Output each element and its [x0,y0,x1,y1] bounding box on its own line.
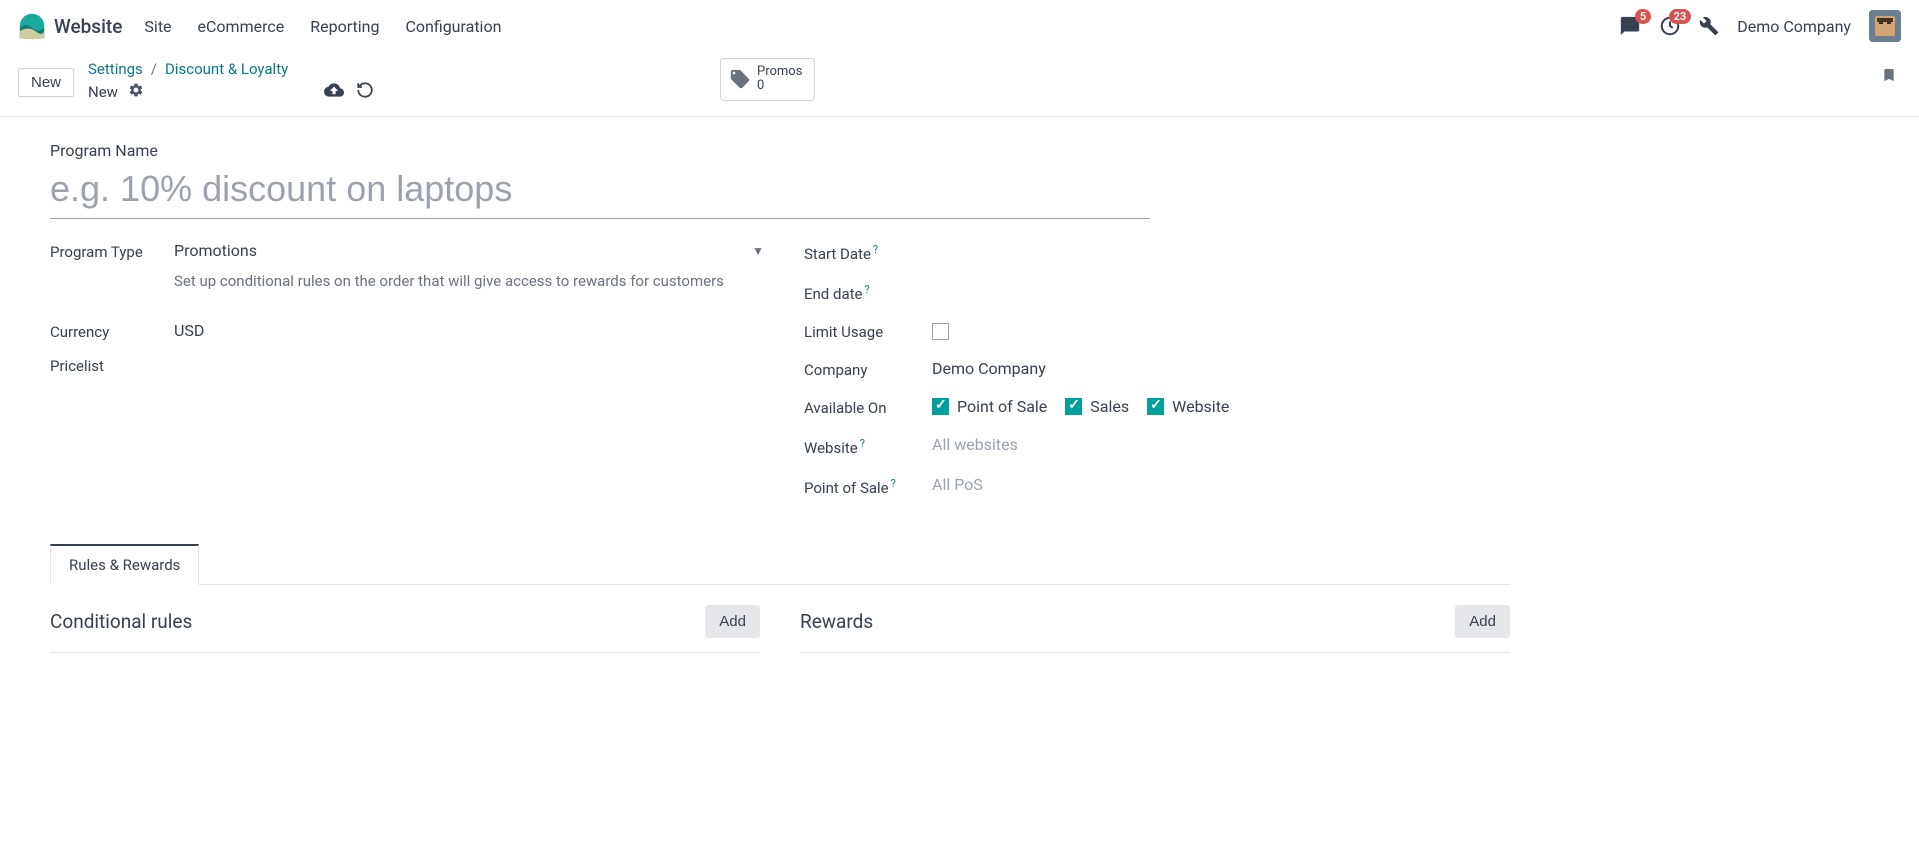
help-icon[interactable]: ? [873,243,878,256]
website-select[interactable]: All websites [932,435,1510,454]
promos-count: 0 [757,79,802,93]
conditional-rules-column: Conditional rules Add [50,605,760,672]
help-icon[interactable]: ? [860,437,865,450]
breadcrumb-block: Settings / Discount & Loyalty New [88,60,374,104]
currency-label: Currency [50,321,174,341]
tab-rules-rewards[interactable]: Rules & Rewards [50,544,199,585]
form-left-column: Program Type Promotions ▼ Set up conditi… [50,241,764,515]
rewards-title: Rewards [800,610,873,633]
program-type-description: Set up conditional rules on the order th… [174,270,734,293]
rules-list [50,652,760,672]
tags-icon [729,68,751,90]
conditional-rules-title: Conditional rules [50,610,192,633]
rewards-list [800,652,1510,672]
company-label: Company [804,359,932,379]
end-date-label: End date? [804,281,932,303]
program-name-label: Program Name [50,141,1510,160]
start-date-label: Start Date? [804,241,932,263]
user-avatar[interactable] [1869,10,1901,42]
breadcrumb: Settings / Discount & Loyalty [88,60,374,78]
top-nav: Website Site eCommerce Reporting Configu… [0,0,1919,52]
menu-reporting[interactable]: Reporting [310,17,379,36]
cloud-save-icon[interactable] [324,80,344,104]
sales-checkbox-label: Sales [1090,397,1129,416]
company-selector[interactable]: Demo Company [1737,17,1851,36]
program-type-value: Promotions [174,241,257,260]
program-name-input[interactable] [50,164,1150,219]
breadcrumb-settings[interactable]: Settings [88,60,143,78]
menu-site[interactable]: Site [144,17,171,36]
website-checkbox[interactable] [1147,398,1164,415]
app-name[interactable]: Website [54,15,122,38]
company-value[interactable]: Demo Company [932,359,1510,378]
website-label: Website? [804,435,932,457]
pos-select-label: Point of Sale? [804,475,932,497]
messages-icon[interactable]: 5 [1619,15,1641,37]
promos-label: Promos [757,65,802,79]
topnav-right: 5 23 Demo Company [1619,10,1901,42]
status-icons [324,80,374,104]
sales-checkbox[interactable] [1065,398,1082,415]
limit-usage-label: Limit Usage [804,321,932,341]
breadcrumb-current-row: New [88,80,374,104]
menu-ecommerce[interactable]: eCommerce [198,17,285,36]
breadcrumb-discount-loyalty[interactable]: Discount & Loyalty [165,60,288,78]
main-menu: Site eCommerce Reporting Configuration [144,17,501,36]
pos-checkbox[interactable] [932,398,949,415]
program-type-select[interactable]: Promotions ▼ [174,241,764,260]
add-rule-button[interactable]: Add [705,605,760,638]
currency-value[interactable]: USD [174,321,764,340]
bookmark-icon[interactable] [1881,66,1897,89]
limit-usage-checkbox[interactable] [932,323,949,340]
pos-select[interactable]: All PoS [932,475,1510,494]
pos-checkbox-label: Point of Sale [957,397,1047,416]
add-reward-button[interactable]: Add [1455,605,1510,638]
discard-icon[interactable] [356,81,374,103]
pricelist-label: Pricelist [50,355,174,375]
promos-stat[interactable]: Promos 0 [720,58,815,101]
chevron-down-icon: ▼ [752,244,764,258]
activities-badge: 23 [1669,9,1692,24]
gear-icon[interactable] [128,82,144,102]
tab-bar: Rules & Rewards [50,543,1510,585]
new-button[interactable]: New [18,68,74,97]
website-checkbox-label: Website [1172,397,1229,416]
app-logo[interactable] [18,12,46,40]
help-icon[interactable]: ? [864,283,869,296]
available-on-label: Available On [804,397,932,417]
breadcrumb-separator: / [151,60,157,78]
menu-configuration[interactable]: Configuration [405,17,501,36]
control-bar: New Settings / Discount & Loyalty New [0,52,1919,117]
breadcrumb-current: New [88,83,118,101]
rewards-column: Rewards Add [800,605,1510,672]
help-icon[interactable]: ? [891,477,896,490]
rules-rewards-row: Conditional rules Add Rewards Add [50,605,1510,672]
form-right-column: Start Date? End date? Limit Usage Compan… [804,241,1510,515]
activities-icon[interactable]: 23 [1659,15,1681,37]
program-type-label: Program Type [50,241,174,261]
debug-icon[interactable] [1699,16,1719,36]
form-sheet: Program Name Program Type Promotions ▼ S… [0,117,1560,712]
messages-badge: 5 [1635,9,1651,24]
